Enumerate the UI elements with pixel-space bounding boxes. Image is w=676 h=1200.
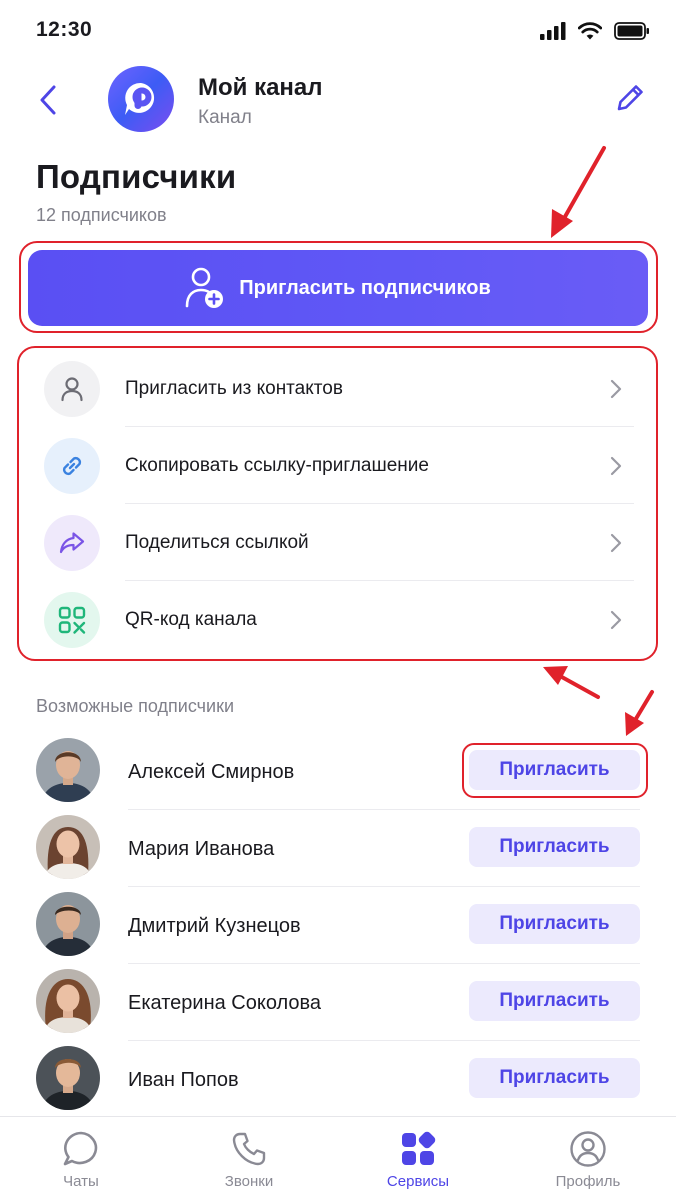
- page-title: Подписчики: [36, 158, 237, 195]
- person-icon: [61, 376, 83, 401]
- channel-header: Мой канал Канал: [0, 62, 676, 142]
- tab-label: Звонки: [224, 1173, 274, 1190]
- option-label: Пригласить из контактов: [125, 377, 343, 399]
- chevron-right-icon: [606, 456, 626, 476]
- services-icon: [398, 1129, 438, 1169]
- link-icon: [62, 456, 82, 475]
- tab-services[interactable]: Сервисы: [348, 1117, 488, 1200]
- add-user-icon: [185, 267, 224, 308]
- list-item: Екатерина Соколова Пригласить: [0, 962, 676, 1041]
- avatar: [36, 738, 100, 802]
- avatar: [36, 1046, 100, 1110]
- profile-icon: [568, 1129, 608, 1169]
- person-name: Дмитрий Кузнецов: [128, 915, 301, 937]
- avatar: [36, 892, 100, 956]
- list-item: Мария Иванова Пригласить: [0, 808, 676, 887]
- status-icons: [540, 22, 650, 40]
- chevron-right-icon: [606, 379, 626, 399]
- qr-code-icon: [58, 606, 86, 634]
- person-name: Иван Попов: [128, 1069, 239, 1091]
- channel-avatar[interactable]: [108, 66, 174, 132]
- option-channel-qr-code[interactable]: QR-код канала: [22, 581, 654, 658]
- subscriber-count: 12 подписчиков: [36, 205, 167, 225]
- edit-button[interactable]: [610, 78, 650, 118]
- bottom-tab-bar: Чаты Звонки Сервисы Профиль: [0, 1116, 676, 1200]
- chevron-right-icon: [606, 533, 626, 553]
- battery-icon: [614, 22, 649, 40]
- back-button[interactable]: [28, 80, 68, 120]
- channel-name: Мой канал: [198, 74, 323, 101]
- tab-label: Профиль: [555, 1173, 621, 1190]
- invite-button-highlight: [462, 743, 648, 798]
- channel-logo-icon: [125, 82, 155, 115]
- tab-profile[interactable]: Профиль: [518, 1117, 658, 1200]
- option-copy-invite-link[interactable]: Скопировать ссылку-приглашение: [22, 427, 654, 504]
- option-icon-bg: [44, 437, 100, 494]
- chevron-right-icon: [606, 610, 626, 630]
- suggestions-title: Возможные подписчики: [36, 696, 235, 716]
- list-item: Иван Попов Пригласить: [0, 1039, 676, 1116]
- cellular-signal-icon: [540, 22, 566, 40]
- option-icon-bg: [44, 360, 100, 417]
- tab-label: Чаты: [63, 1173, 99, 1190]
- status-bar: 12:30: [0, 0, 676, 62]
- status-time: 12:30: [36, 18, 93, 41]
- avatar: [36, 815, 100, 879]
- person-name: Алексей Смирнов: [128, 761, 295, 783]
- invite-button[interactable]: Пригласить: [469, 904, 640, 944]
- invite-button[interactable]: Пригласить: [469, 1058, 640, 1098]
- share-icon: [59, 531, 85, 553]
- channel-type: Канал: [198, 107, 252, 128]
- option-icon-bg: [44, 591, 100, 648]
- list-item: Дмитрий Кузнецов Пригласить: [0, 885, 676, 964]
- tab-label: Сервисы: [386, 1173, 450, 1190]
- person-name: Мария Иванова: [128, 838, 275, 860]
- chat-icon: [61, 1129, 101, 1169]
- option-share-link[interactable]: Поделиться ссылкой: [22, 504, 654, 581]
- option-label: Скопировать ссылку-приглашение: [125, 454, 429, 476]
- option-label: QR-код канала: [125, 608, 257, 630]
- invite-subscribers-label: Пригласить подписчиков: [239, 276, 491, 299]
- invite-subscribers-button[interactable]: Пригласить подписчиков: [28, 250, 648, 326]
- tab-chats[interactable]: Чаты: [11, 1117, 151, 1200]
- wifi-icon: [578, 22, 602, 40]
- option-icon-bg: [44, 514, 100, 571]
- person-name: Екатерина Соколова: [128, 992, 322, 1014]
- invite-button[interactable]: Пригласить: [469, 981, 640, 1021]
- pencil-icon: [617, 85, 643, 111]
- option-invite-contacts[interactable]: Пригласить из контактов: [22, 350, 654, 427]
- phone-icon: [229, 1129, 269, 1169]
- chevron-left-icon: [40, 85, 56, 115]
- invite-button[interactable]: Пригласить: [469, 827, 640, 867]
- avatar: [36, 969, 100, 1033]
- option-label: Поделиться ссылкой: [125, 531, 309, 553]
- tab-calls[interactable]: Звонки: [179, 1117, 319, 1200]
